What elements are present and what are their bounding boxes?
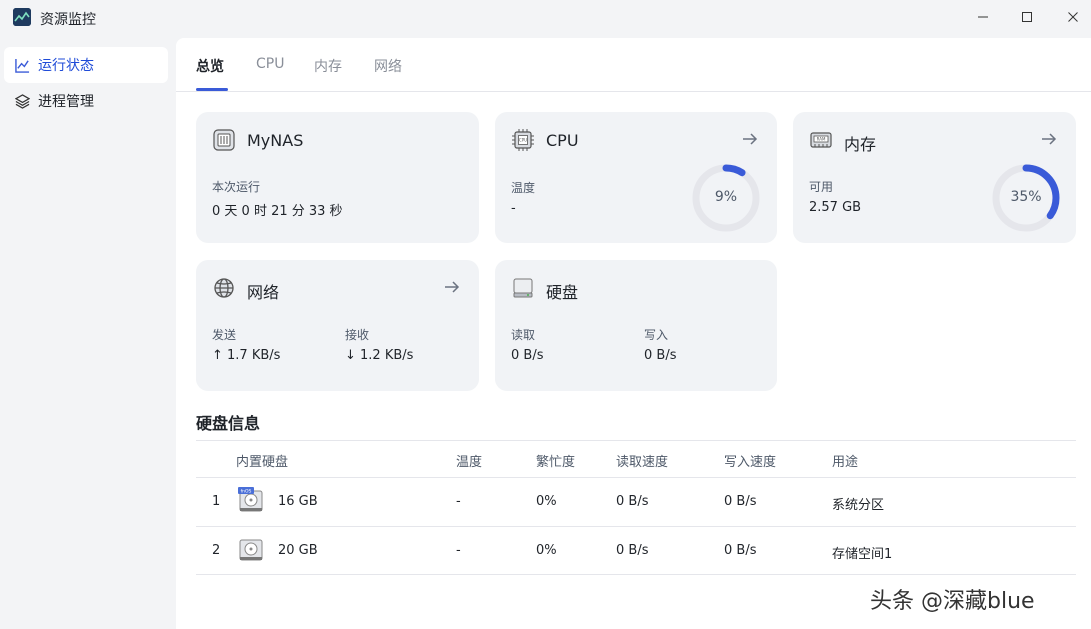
window-title: 资源监控 — [40, 12, 96, 28]
row-write: 0 B/s — [724, 494, 757, 509]
header-busy: 繁忙度 — [536, 455, 576, 470]
tab-cpu[interactable]: CPU — [256, 56, 284, 72]
cpu-usage-gauge: 9% — [691, 163, 761, 233]
network-recv-value: ↓ 1.2 KB/s — [345, 348, 414, 363]
memory-arrow-right-icon[interactable] — [1040, 130, 1058, 148]
disk-read-value: 0 B/s — [511, 348, 544, 363]
disk-card: 硬盘 读取 0 B/s 写入 0 B/s — [495, 260, 777, 391]
disk-info-title: 硬盘信息 — [196, 414, 261, 433]
layers-icon — [14, 93, 30, 109]
memory-available-label: 可用 — [809, 180, 834, 194]
disk-write-label: 写入 — [644, 328, 669, 342]
app-monitor-icon — [13, 8, 31, 26]
network-send-value: ↑ 1.7 KB/s — [212, 348, 281, 363]
tab-network[interactable]: 网络 — [374, 56, 402, 76]
maximize-button[interactable] — [1004, 0, 1050, 34]
row-size: 20 GB — [278, 543, 318, 558]
cpu-card[interactable]: CPU CPU 温度 - 9% — [495, 112, 777, 243]
watermark-text: 头条 @深藏blue — [870, 589, 1035, 614]
cpu-arrow-right-icon[interactable] — [741, 130, 759, 148]
header-disk: 内置硬盘 — [236, 455, 289, 470]
ram-module-icon: RAM — [809, 128, 833, 152]
minimize-button[interactable] — [960, 0, 1006, 34]
system-card: MyNAS 本次运行 0 天 0 时 21 分 33 秒 — [196, 112, 479, 243]
row-index: 2 — [212, 543, 221, 558]
disk-badge: fnOS — [241, 489, 252, 495]
disk-read-label: 读取 — [511, 328, 536, 342]
row-read: 0 B/s — [616, 494, 649, 509]
row-write: 0 B/s — [724, 543, 757, 558]
nas-device-icon — [212, 128, 236, 152]
table-row[interactable]: 2 20 GB - 0% 0 B/s 0 B/s 存储空间1 — [196, 526, 1076, 575]
header-usage: 用途 — [832, 455, 859, 470]
disk-drive-icon: fnOS — [238, 487, 264, 515]
network-card[interactable]: 网络 发送 ↑ 1.7 KB/s 接收 ↓ 1.2 KB/s — [196, 260, 479, 391]
memory-card[interactable]: RAM 内存 可用 2.57 GB 35% — [793, 112, 1076, 243]
network-arrow-right-icon[interactable] — [443, 278, 461, 296]
memory-usage-gauge: 35% — [991, 163, 1061, 233]
row-size: 16 GB — [278, 494, 318, 509]
disk-write-value: 0 B/s — [644, 348, 677, 363]
memory-title: 内存 — [844, 135, 877, 154]
main-panel: 总览 CPU 内存 网络 MyNAS 本次运行 0 天 0 时 21 分 33 … — [176, 38, 1091, 629]
sidebar-item-label: 运行状态 — [38, 58, 94, 74]
sidebar-item-label: 进程管理 — [38, 94, 94, 110]
header-read: 读取速度 — [616, 455, 669, 470]
row-temp: - — [456, 543, 461, 558]
header-write: 写入速度 — [724, 455, 777, 470]
disk-title: 硬盘 — [546, 283, 579, 302]
cpu-chip-icon: CPU — [511, 128, 535, 152]
sidebar: 运行状态 进程管理 — [0, 38, 176, 629]
row-index: 1 — [212, 494, 221, 509]
svg-text:CPU: CPU — [519, 138, 527, 143]
tab-memory[interactable]: 内存 — [314, 56, 342, 76]
active-tab-indicator — [196, 88, 228, 91]
globe-icon — [212, 276, 236, 300]
network-title: 网络 — [247, 283, 280, 302]
uptime-value: 0 天 0 时 21 分 33 秒 — [212, 204, 343, 219]
disk-info-table: 内置硬盘 温度 繁忙度 读取速度 写入速度 用途 1 fnOS 16 GB - … — [196, 440, 1076, 575]
line-chart-icon — [14, 57, 30, 73]
row-read: 0 B/s — [616, 543, 649, 558]
row-temp: - — [456, 494, 461, 509]
disk-drive-icon — [238, 536, 264, 564]
system-name: MyNAS — [247, 131, 304, 150]
tab-bar: 总览 CPU 内存 网络 — [176, 38, 1091, 92]
sidebar-item-run-status[interactable]: 运行状态 — [4, 47, 168, 83]
tab-overview[interactable]: 总览 — [196, 56, 224, 76]
sidebar-item-process-manager[interactable]: 进程管理 — [4, 83, 168, 119]
cpu-usage-text: 9% — [714, 189, 738, 205]
row-busy: 0% — [536, 543, 557, 558]
memory-usage-text: 35% — [1010, 189, 1042, 205]
network-send-label: 发送 — [212, 328, 237, 342]
cpu-temp-value: - — [511, 201, 516, 216]
uptime-label: 本次运行 — [212, 180, 261, 194]
cpu-temp-label: 温度 — [511, 181, 536, 195]
row-usage: 存储空间1 — [832, 547, 893, 562]
memory-available-value: 2.57 GB — [809, 200, 862, 215]
header-temp: 温度 — [456, 455, 483, 470]
svg-text:RAM: RAM — [817, 137, 826, 142]
title-bar: 资源监控 — [0, 0, 1091, 38]
cpu-title: CPU — [546, 131, 579, 150]
row-busy: 0% — [536, 494, 557, 509]
row-usage: 系统分区 — [832, 498, 885, 513]
close-button[interactable] — [1050, 0, 1091, 34]
network-recv-label: 接收 — [345, 328, 370, 342]
hard-drive-icon — [511, 276, 535, 300]
table-row[interactable]: 1 fnOS 16 GB - 0% 0 B/s 0 B/s 系统分区 — [196, 477, 1076, 526]
